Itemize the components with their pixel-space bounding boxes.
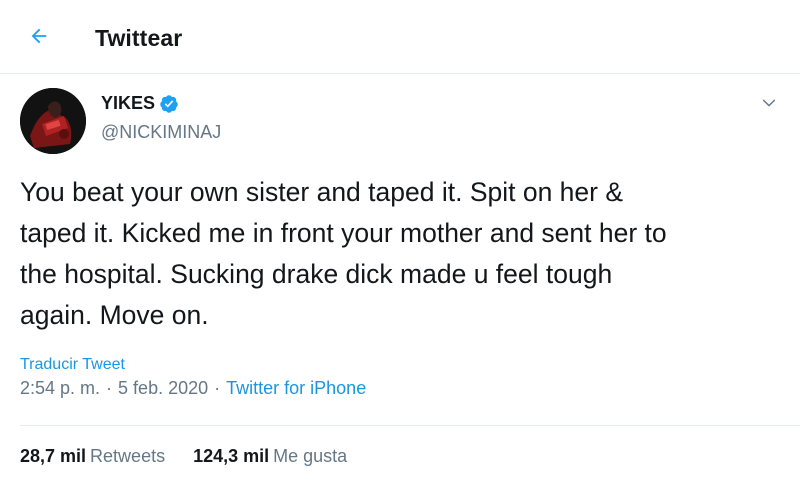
meta-separator: · — [214, 378, 221, 398]
tweet-time[interactable]: 2:54 p. m. — [20, 378, 100, 399]
retweets-stat[interactable]: 28,7 mil Retweets — [20, 446, 165, 467]
retweets-count: 28,7 mil — [20, 446, 87, 466]
likes-stat[interactable]: 124,3 mil Me gusta — [193, 446, 347, 467]
page-title: Twittear — [95, 25, 183, 51]
retweets-label: Retweets — [90, 446, 166, 466]
tweet-menu-button[interactable] — [756, 92, 782, 118]
likes-count: 124,3 mil — [193, 446, 270, 466]
author-name-row: YIKES — [101, 93, 179, 114]
translate-tweet-link[interactable]: Traducir Tweet — [20, 356, 125, 374]
likes-label: Me gusta — [273, 446, 348, 466]
tweet-meta: 2:54 p. m. · 5 feb. 2020 · Twitter for i… — [20, 378, 366, 399]
tweet-stats: 28,7 mil Retweets 124,3 mil Me gusta — [20, 446, 375, 467]
tweet-page-header: Twittear — [0, 0, 800, 74]
tweet-text: You beat your own sister and taped it. S… — [20, 177, 667, 330]
divider — [20, 425, 800, 426]
back-button[interactable] — [22, 21, 56, 55]
meta-separator: · — [106, 378, 113, 398]
arrow-left-icon — [28, 25, 50, 52]
tweet-date[interactable]: 5 feb. 2020 — [118, 378, 208, 399]
author-handle[interactable]: @NICKIMINAJ — [101, 122, 221, 143]
chevron-down-icon — [761, 95, 777, 116]
avatar[interactable] — [20, 88, 86, 154]
tweet-source-link[interactable]: Twitter for iPhone — [226, 378, 366, 399]
author-display-name[interactable]: YIKES — [101, 93, 155, 114]
verified-badge-icon — [159, 94, 179, 114]
